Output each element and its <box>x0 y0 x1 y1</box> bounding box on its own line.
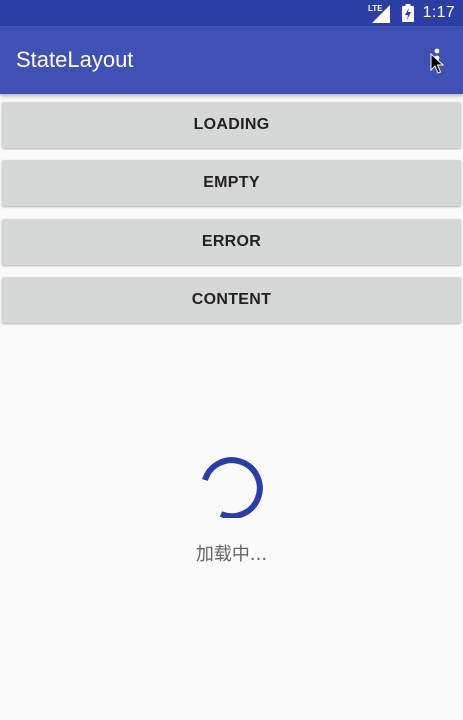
loading-button[interactable]: LOADING <box>2 102 461 148</box>
app-bar: StateLayout <box>0 26 463 94</box>
loading-text: 加载中... <box>195 544 268 565</box>
content-button[interactable]: CONTENT <box>2 277 461 323</box>
empty-button[interactable]: EMPTY <box>2 160 461 206</box>
more-vert-icon[interactable] <box>429 48 449 74</box>
progress-spinner <box>201 454 265 518</box>
status-time: 1:17 <box>422 4 455 21</box>
svg-text:LTE: LTE <box>368 4 383 13</box>
lte-signal-icon: LTE <box>368 3 390 23</box>
error-button[interactable]: ERROR <box>2 219 461 265</box>
battery-charging-icon <box>401 4 414 22</box>
status-bar: LTE 1:17 <box>0 0 463 26</box>
app-title: StateLayout <box>16 47 134 72</box>
